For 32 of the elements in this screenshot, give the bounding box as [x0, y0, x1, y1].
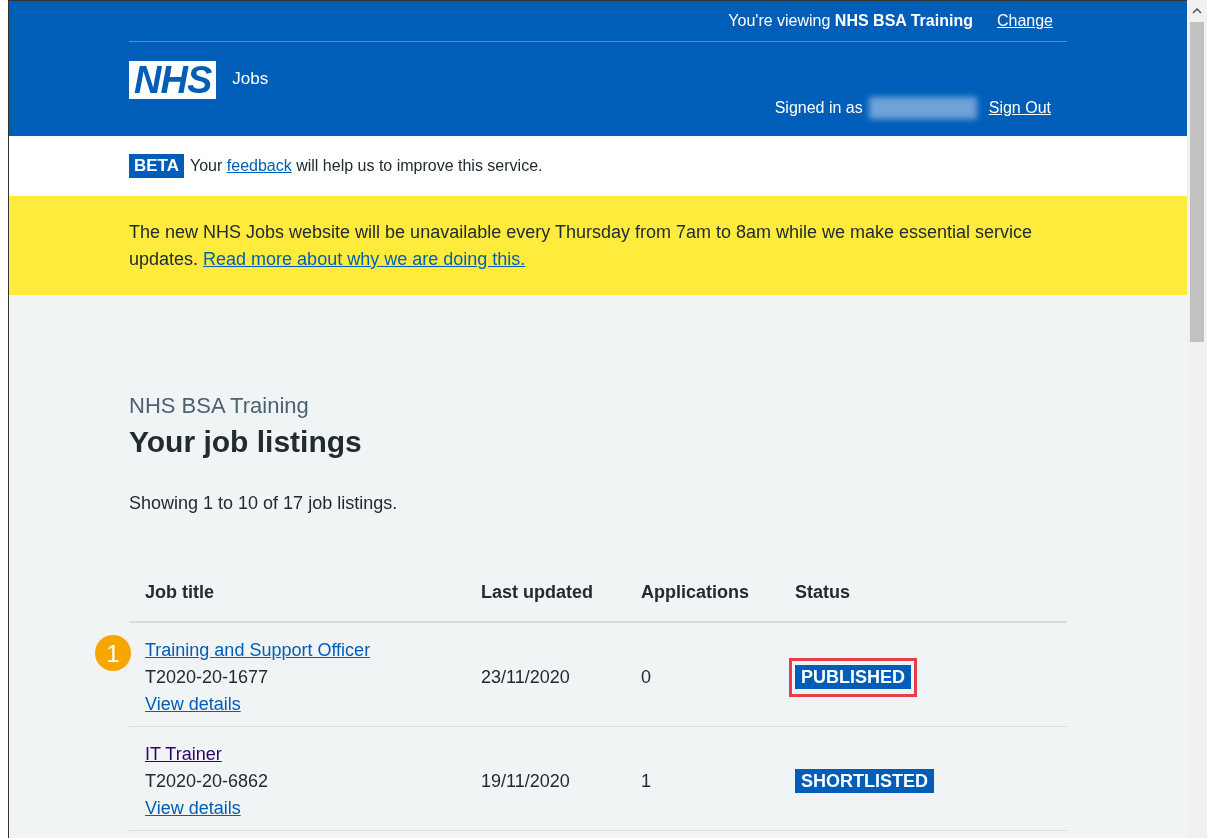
feedback-link[interactable]: feedback: [226, 157, 292, 174]
job-reference: T2020-20-1677: [145, 667, 269, 687]
table-cell: 0: [641, 667, 651, 687]
beta-message: Your feedback will help us to improve this service.: [190, 157, 543, 175]
viewing-text: You're viewing NHS BSA Training: [728, 12, 973, 30]
status-tag: PUBLISHED: [795, 665, 911, 689]
column-header: Status: [779, 570, 1067, 622]
table-cell: 1: [641, 771, 651, 791]
results-summary: Showing 1 to 10 of 17 job listings.: [129, 493, 399, 514]
column-header: Job title: [129, 570, 465, 622]
column-header: Applications: [625, 570, 779, 622]
read-more-link[interactable]: Read more about why we are doing this.: [203, 248, 526, 269]
step-marker: 1: [95, 635, 131, 671]
sign-out-link[interactable]: Sign Out: [988, 99, 1051, 117]
scrollbar[interactable]: [1187, 0, 1207, 838]
column-header: Last updated: [465, 570, 625, 622]
change-link[interactable]: Change: [996, 12, 1053, 30]
page-caption: NHS BSA Training: [129, 393, 310, 419]
nhs-logo[interactable]: NHS: [129, 61, 217, 99]
table-cell: 19/11/2020: [481, 771, 570, 791]
page-heading: Your job listings: [129, 425, 363, 459]
view-details-link[interactable]: View details: [145, 694, 241, 714]
table-cell: 23/11/2020: [481, 667, 570, 687]
notice-message: The new NHS Jobs website will be unavailable every Thursday from 7am to 8am while we make essential service updates. Read more about why we are doing this.: [129, 220, 1034, 271]
signed-in-label: Signed in as: [774, 99, 863, 117]
service-name: Jobs: [232, 69, 269, 89]
job-title-link[interactable]: IT Trainer: [145, 744, 222, 764]
scroll-up-icon[interactable]: [1192, 8, 1202, 14]
job-title-link[interactable]: Training and Support Officer: [145, 640, 371, 660]
job-reference: T2020-20-6862: [145, 771, 269, 791]
beta-tag: BETA: [129, 154, 184, 178]
view-details-link[interactable]: View details: [145, 798, 241, 818]
